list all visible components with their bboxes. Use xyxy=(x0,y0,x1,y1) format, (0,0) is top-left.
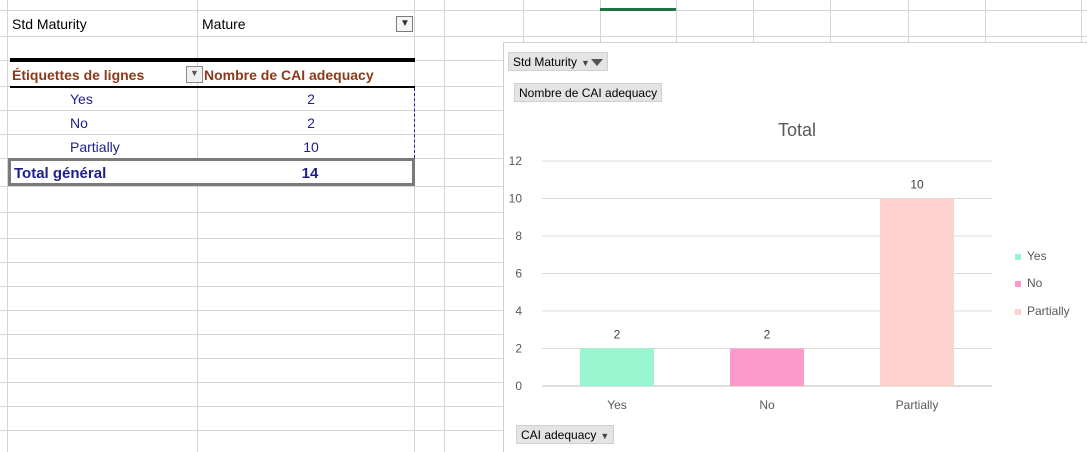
legend-label: No xyxy=(1027,276,1043,290)
legend-label: Yes xyxy=(1027,249,1047,263)
data-label: 2 xyxy=(614,328,621,342)
pivot-row-value: 2 xyxy=(307,91,315,107)
pivot-header-row: Étiquettes de lignes ▼ Nombre de CAI ade… xyxy=(10,62,415,88)
selected-cell-marker xyxy=(600,8,676,11)
total-label: Total général xyxy=(14,165,107,182)
total-value: 14 xyxy=(301,165,319,182)
grid-row-line xyxy=(0,10,1087,11)
y-tick-label: 8 xyxy=(515,229,522,243)
chart-axis-button[interactable]: CAI adequacy ▼ xyxy=(516,425,615,444)
legend-swatch xyxy=(1015,308,1021,315)
pivot-row-value: 10 xyxy=(303,139,319,155)
grid-column-line xyxy=(444,0,445,452)
chevron-down-icon: ▼ xyxy=(600,431,610,441)
chart-plot-area: Total 0 2 4 6 8 10 12 2 Yes 2 No 10 Partially xyxy=(509,120,992,412)
chart-filter-label: Std Maturity xyxy=(513,55,578,69)
value-header[interactable]: Nombre de CAI adequacy xyxy=(204,67,374,83)
chart-filter-button[interactable]: Std Maturity ▼ xyxy=(508,52,608,71)
bar xyxy=(730,348,804,386)
chevron-down-icon[interactable]: ▼ xyxy=(186,66,203,83)
chart-values-button[interactable]: Nombre de CAI adequacy xyxy=(514,83,663,102)
x-tick-label: Partially xyxy=(896,398,939,412)
filter-dropdown-icon[interactable]: ▼ xyxy=(396,16,413,32)
pivot-row[interactable]: No 2 xyxy=(10,115,415,139)
chart-values-label: Nombre de CAI adequacy xyxy=(519,86,658,100)
x-tick-label: Yes xyxy=(607,398,627,412)
legend-item[interactable]: Yes xyxy=(1015,249,1047,263)
y-tick-label: 0 xyxy=(515,379,522,393)
filter-icon xyxy=(590,59,603,67)
y-tick-label: 10 xyxy=(509,192,523,206)
pivot-row-label: No xyxy=(70,115,88,131)
legend-item[interactable]: Partially xyxy=(1015,304,1070,318)
bar xyxy=(880,198,954,386)
cell-std-maturity[interactable]: Std Maturity xyxy=(12,16,87,32)
pivot-row-value: 2 xyxy=(307,115,315,131)
y-tick-label: 4 xyxy=(515,304,522,318)
pivot-row-label: Partially xyxy=(70,139,120,155)
legend-label: Partially xyxy=(1027,304,1070,318)
pivot-total-row[interactable]: Total général 14 xyxy=(8,158,415,186)
y-tick-label: 6 xyxy=(515,267,522,281)
chart-title: Total xyxy=(778,120,816,140)
row-labels-header[interactable]: Étiquettes de lignes xyxy=(12,67,144,83)
cell-mature[interactable]: Mature xyxy=(202,16,246,32)
data-label: 2 xyxy=(764,328,771,342)
y-tick-label: 2 xyxy=(515,342,522,356)
bar xyxy=(580,348,654,386)
y-tick-label: 12 xyxy=(509,154,523,168)
pivot-row[interactable]: Yes 2 xyxy=(10,91,415,115)
data-label: 10 xyxy=(910,178,924,192)
chart-axis-label: CAI adequacy xyxy=(521,428,597,442)
pivot-row-label: Yes xyxy=(70,91,93,107)
grid-column-line xyxy=(7,0,8,452)
legend-item[interactable]: No xyxy=(1015,276,1042,290)
chevron-down-icon: ▼ xyxy=(581,58,590,68)
legend-swatch xyxy=(1015,253,1021,260)
grid-row-line xyxy=(0,36,1087,37)
x-tick-label: No xyxy=(759,398,775,412)
legend-swatch xyxy=(1015,280,1021,287)
pivot-chart[interactable]: Total 0 2 4 6 8 10 12 2 Yes 2 No 10 Partially Std Mat… xyxy=(503,42,1087,452)
pivot-right-border xyxy=(414,88,415,158)
